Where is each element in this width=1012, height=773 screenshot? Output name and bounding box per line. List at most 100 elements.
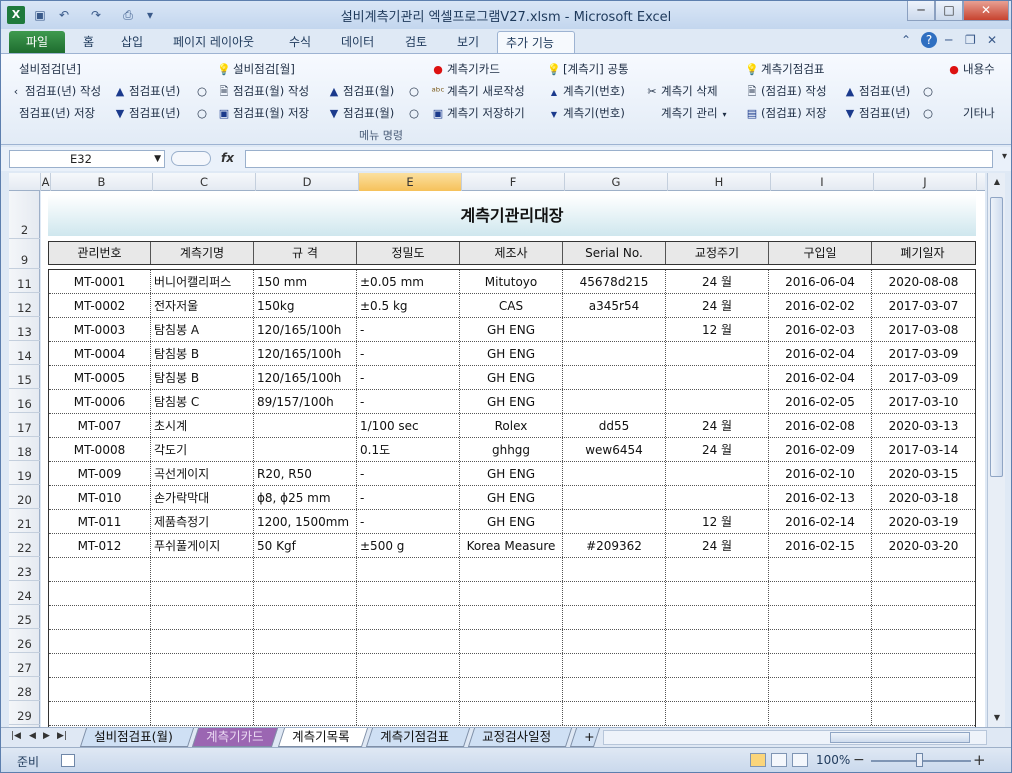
cell-mgmt-no[interactable]: MT-0005 xyxy=(49,366,151,389)
scroll-down-icon[interactable]: ▼ xyxy=(990,711,1004,725)
ribbon-btn-inspection-create[interactable]: 🗎 (점검표) 작성 xyxy=(745,82,827,100)
cell-cal-cycle[interactable]: 24 월 xyxy=(666,414,769,437)
cell-maker[interactable] xyxy=(460,630,563,653)
cell-mgmt-no[interactable]: MT-012 xyxy=(49,534,151,557)
cell-serial-no[interactable]: 45678d215 xyxy=(563,270,666,293)
cell-mgmt-no[interactable]: MT-0008 xyxy=(49,438,151,461)
prev-sheet-icon[interactable]: ◀ xyxy=(29,731,36,741)
cell-disposal-date[interactable]: 2020-03-19 xyxy=(872,510,975,533)
page-break-view-button[interactable] xyxy=(792,753,808,767)
normal-view-button[interactable] xyxy=(750,753,766,767)
column-header-i[interactable]: I xyxy=(771,173,874,191)
cell-spec[interactable] xyxy=(254,414,357,437)
cell-purchase-date[interactable]: 2016-02-15 xyxy=(769,534,872,557)
tab-add-ins[interactable]: 추가 기능 xyxy=(497,31,575,53)
row-header[interactable]: 20 xyxy=(9,485,40,509)
cell-precision[interactable]: - xyxy=(357,318,460,341)
cell-gauge-name[interactable]: 초시계 xyxy=(151,414,254,437)
cell-gauge-name[interactable] xyxy=(151,582,254,605)
cell-gauge-name[interactable]: 각도기 xyxy=(151,438,254,461)
vertical-scrollbar[interactable]: ▲ ▼ xyxy=(987,173,1005,727)
vertical-scroll-thumb[interactable] xyxy=(990,197,1003,477)
cell-disposal-date[interactable]: 2020-03-20 xyxy=(872,534,975,557)
insert-function-icon[interactable]: fx xyxy=(221,151,234,165)
cell-cal-cycle[interactable]: 24 월 xyxy=(666,270,769,293)
tab-insert[interactable]: 삽입 xyxy=(113,31,151,53)
cell-cal-cycle[interactable] xyxy=(666,366,769,389)
cell-spec[interactable]: 120/165/100h xyxy=(254,342,357,365)
cell-precision[interactable]: ±0.5 kg xyxy=(357,294,460,317)
cell-purchase-date[interactable]: 2016-02-02 xyxy=(769,294,872,317)
cell-serial-no[interactable] xyxy=(563,654,666,677)
cell-purchase-date[interactable] xyxy=(769,702,872,725)
cell-cal-cycle[interactable]: 24 월 xyxy=(666,534,769,557)
cell-precision[interactable] xyxy=(357,654,460,677)
workbook-close-icon[interactable]: ✕ xyxy=(987,33,997,47)
cell-disposal-date[interactable]: 2017-03-08 xyxy=(872,318,975,341)
cell-gauge-name[interactable]: 버니어캘리퍼스 xyxy=(151,270,254,293)
horizontal-scroll-thumb[interactable] xyxy=(830,732,970,743)
cell-precision[interactable]: - xyxy=(357,390,460,413)
cell-disposal-date[interactable]: 2017-03-07 xyxy=(872,294,975,317)
cell-maker[interactable] xyxy=(460,558,563,581)
cell-disposal-date[interactable] xyxy=(872,606,975,629)
row-header[interactable]: 9 xyxy=(9,239,40,269)
cell-mgmt-no[interactable] xyxy=(49,582,151,605)
minimize-button[interactable]: ─ xyxy=(907,1,935,21)
ribbon-btn-gauge-new[interactable]: ᵃᵇᶜ 계측기 새로작성 xyxy=(431,82,524,100)
cell-purchase-date[interactable]: 2016-02-04 xyxy=(769,342,872,365)
cell-spec[interactable]: 120/165/100h xyxy=(254,318,357,341)
cell-spec[interactable]: R20, R50 xyxy=(254,462,357,485)
ribbon-btn-etc[interactable]: 기타나 xyxy=(963,104,995,122)
cell-maker[interactable]: GH ENG xyxy=(460,390,563,413)
cell-precision[interactable] xyxy=(357,582,460,605)
cell-maker[interactable]: CAS xyxy=(460,294,563,317)
cell-mgmt-no[interactable] xyxy=(49,654,151,677)
row-header[interactable]: 29 xyxy=(9,701,40,725)
row-header[interactable]: 12 xyxy=(9,293,40,317)
cell-disposal-date[interactable] xyxy=(872,702,975,725)
tab-view[interactable]: 보기 xyxy=(449,31,487,53)
cell-serial-no[interactable]: dd55 xyxy=(563,414,666,437)
formula-cancel-enter-control[interactable] xyxy=(171,151,211,166)
cell-spec[interactable]: 120/165/100h xyxy=(254,366,357,389)
cell-cal-cycle[interactable] xyxy=(666,582,769,605)
row-header[interactable]: 24 xyxy=(9,581,40,605)
cell-disposal-date[interactable] xyxy=(872,678,975,701)
ribbon-btn-year-create[interactable]: ‹ 점검표(년) 작성 xyxy=(9,82,101,100)
sheet-tab-gauge-list[interactable]: 계측기목록 xyxy=(277,728,369,747)
cell-maker[interactable]: Rolex xyxy=(460,414,563,437)
column-header-b[interactable]: B xyxy=(51,173,153,191)
cell-cal-cycle[interactable]: 12 월 xyxy=(666,510,769,533)
cell-purchase-date[interactable]: 2016-02-03 xyxy=(769,318,872,341)
cell-gauge-name[interactable] xyxy=(151,558,254,581)
worksheet[interactable]: 계측기관리대장 관리번호 계측기명 규 격 정밀도 제조사 Serial No. 교정주기 구… xyxy=(41,191,985,727)
new-sheet-button[interactable]: + xyxy=(569,728,601,747)
ribbon-btn-inspection-prev[interactable]: ▲ 점검표(년) xyxy=(843,82,911,100)
cell-mgmt-no[interactable]: MT-009 xyxy=(49,462,151,485)
cell-precision[interactable]: - xyxy=(357,462,460,485)
sheet-tab-equip-month[interactable]: 설비점검표(월) xyxy=(79,728,195,747)
next-sheet-icon[interactable]: ▶ xyxy=(43,731,50,741)
ribbon-btn-gauge-manage[interactable]: 계측기 관리 ▾ xyxy=(661,104,734,122)
select-all-corner[interactable] xyxy=(9,173,41,191)
cell-serial-no[interactable] xyxy=(563,462,666,485)
cell-serial-no[interactable] xyxy=(563,318,666,341)
cell-mgmt-no[interactable]: MT-007 xyxy=(49,414,151,437)
cell-maker[interactable] xyxy=(460,678,563,701)
cell-mgmt-no[interactable]: MT-011 xyxy=(49,510,151,533)
cell-precision[interactable] xyxy=(357,606,460,629)
ribbon-btn-month-next[interactable]: ▼ 점검표(월) xyxy=(327,104,395,122)
cell-gauge-name[interactable]: 탐침봉 C xyxy=(151,390,254,413)
cell-purchase-date[interactable] xyxy=(769,582,872,605)
cell-purchase-date[interactable] xyxy=(769,630,872,653)
ribbon-btn-inspection-save[interactable]: ▤ (점검표) 저장 xyxy=(745,104,827,122)
cell-maker[interactable]: Mitutoyo xyxy=(460,270,563,293)
cell-gauge-name[interactable]: 곡선게이지 xyxy=(151,462,254,485)
cell-gauge-name[interactable]: 푸쉬풀게이지 xyxy=(151,534,254,557)
close-button[interactable]: ✕ xyxy=(963,1,1009,21)
row-header[interactable]: 14 xyxy=(9,341,40,365)
zoom-slider-knob[interactable] xyxy=(916,753,923,767)
cell-disposal-date[interactable]: 2020-03-13 xyxy=(872,414,975,437)
cell-spec[interactable] xyxy=(254,630,357,653)
